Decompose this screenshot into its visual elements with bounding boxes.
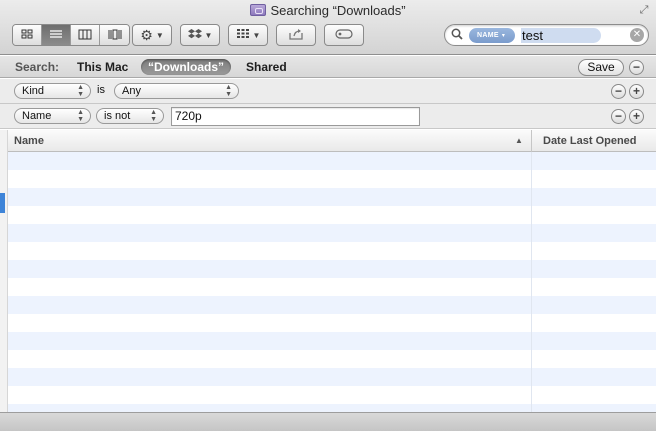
column-divider[interactable]: [531, 130, 532, 152]
search-query[interactable]: test: [521, 28, 601, 43]
search-token-name[interactable]: NAME ▾: [469, 28, 516, 43]
clear-search-icon[interactable]: ✕: [630, 28, 644, 42]
search-field[interactable]: NAME ▾ test ✕: [444, 24, 649, 46]
criteria-attribute-popup[interactable]: Name ▲ ▼: [14, 108, 91, 124]
list-row: [8, 206, 656, 224]
share-icon: [288, 28, 304, 43]
list-row: [8, 152, 656, 170]
scope-downloads[interactable]: “Downloads”: [141, 59, 232, 75]
updown-arrows-icon: ▲ ▼: [77, 84, 84, 98]
share-button[interactable]: [276, 24, 316, 46]
tag-button[interactable]: [324, 24, 364, 46]
updown-arrows-icon: ▲ ▼: [225, 84, 232, 98]
remove-criteria-icon[interactable]: −: [611, 84, 626, 99]
scope-label: Search:: [15, 60, 60, 74]
fullscreen-icon[interactable]: ⤢: [637, 3, 651, 17]
list-row: [8, 188, 656, 206]
column-view-button[interactable]: [71, 25, 100, 45]
smart-folder-icon: [250, 4, 267, 16]
list-row: [8, 296, 656, 314]
list-row: [8, 332, 656, 350]
list-row: [8, 368, 656, 386]
gear-icon: ⚙: [140, 26, 153, 43]
list-row: [8, 278, 656, 296]
criteria-row: Kind ▲ ▼ is Any ▲ ▼ − +: [0, 79, 656, 104]
save-search-button[interactable]: Save: [578, 59, 624, 76]
list-row: [8, 350, 656, 368]
list-row: [8, 404, 656, 412]
list-row: [8, 260, 656, 278]
remove-criteria-icon[interactable]: −: [611, 109, 626, 124]
sidebar-edge[interactable]: [0, 130, 8, 412]
scope-shared[interactable]: Shared: [246, 60, 287, 74]
criteria-row: Name ▲ ▼ is not ▲ ▼ 720p − +: [0, 104, 656, 129]
dropbox-menu-button[interactable]: ▼: [180, 24, 220, 46]
window-toolbar: Searching “Downloads” ⤢ ⚙ ▼ ▼ ▼ NAME ▾ t…: [0, 0, 656, 55]
arrange-grid-icon: [236, 28, 250, 42]
icon-view-icon: [21, 29, 33, 42]
remove-scope-icon[interactable]: −: [629, 60, 644, 75]
status-bar: [0, 412, 656, 431]
list-row: [8, 386, 656, 404]
column-divider-line: [531, 152, 532, 412]
column-header-name[interactable]: Name: [14, 135, 44, 147]
list-row: [8, 314, 656, 332]
list-row: [8, 170, 656, 188]
chevron-down-icon: ▼: [155, 30, 164, 40]
list-header: Name ▲ Date Last Opened: [8, 130, 656, 152]
updown-arrows-icon: ▲ ▼: [77, 109, 84, 123]
list-row: [8, 224, 656, 242]
list-view-button[interactable]: [42, 25, 71, 45]
tag-icon: [335, 28, 353, 42]
add-criteria-icon[interactable]: +: [629, 109, 644, 124]
window-title: Searching “Downloads”: [270, 3, 406, 18]
criteria-value-field[interactable]: 720p: [171, 107, 420, 126]
criteria-operator-label: is: [97, 84, 105, 96]
action-menu-button[interactable]: ⚙ ▼: [132, 24, 172, 46]
sort-ascending-icon: ▲: [515, 136, 523, 145]
criteria-value-popup[interactable]: Any ▲ ▼: [114, 83, 239, 99]
sidebar-selection-marker: [0, 193, 5, 213]
chevron-down-icon: ▼: [252, 30, 261, 40]
results-list[interactable]: [8, 152, 656, 412]
add-criteria-icon[interactable]: +: [629, 84, 644, 99]
column-header-date-last-opened[interactable]: Date Last Opened: [543, 135, 637, 147]
search-scope-bar: Search: This Mac “Downloads” Shared Save…: [0, 56, 656, 78]
scope-this-mac[interactable]: This Mac: [77, 60, 128, 74]
updown-arrows-icon: ▲ ▼: [150, 109, 157, 123]
column-view-icon: [78, 29, 92, 42]
criteria-operator-popup[interactable]: is not ▲ ▼: [96, 108, 164, 124]
chevron-down-icon: ▼: [204, 30, 213, 40]
list-view-icon: [49, 29, 63, 42]
criteria-attribute-popup[interactable]: Kind ▲ ▼: [14, 83, 91, 99]
list-row: [8, 242, 656, 260]
view-mode-segmented-control: [12, 24, 130, 46]
search-icon: [451, 28, 463, 40]
window-title-bar: Searching “Downloads”: [0, 3, 656, 19]
icon-view-button[interactable]: [13, 25, 42, 45]
coverflow-view-icon: [107, 29, 123, 42]
dropbox-icon: [187, 28, 202, 43]
arrange-menu-button[interactable]: ▼: [228, 24, 268, 46]
coverflow-view-button[interactable]: [100, 25, 129, 45]
